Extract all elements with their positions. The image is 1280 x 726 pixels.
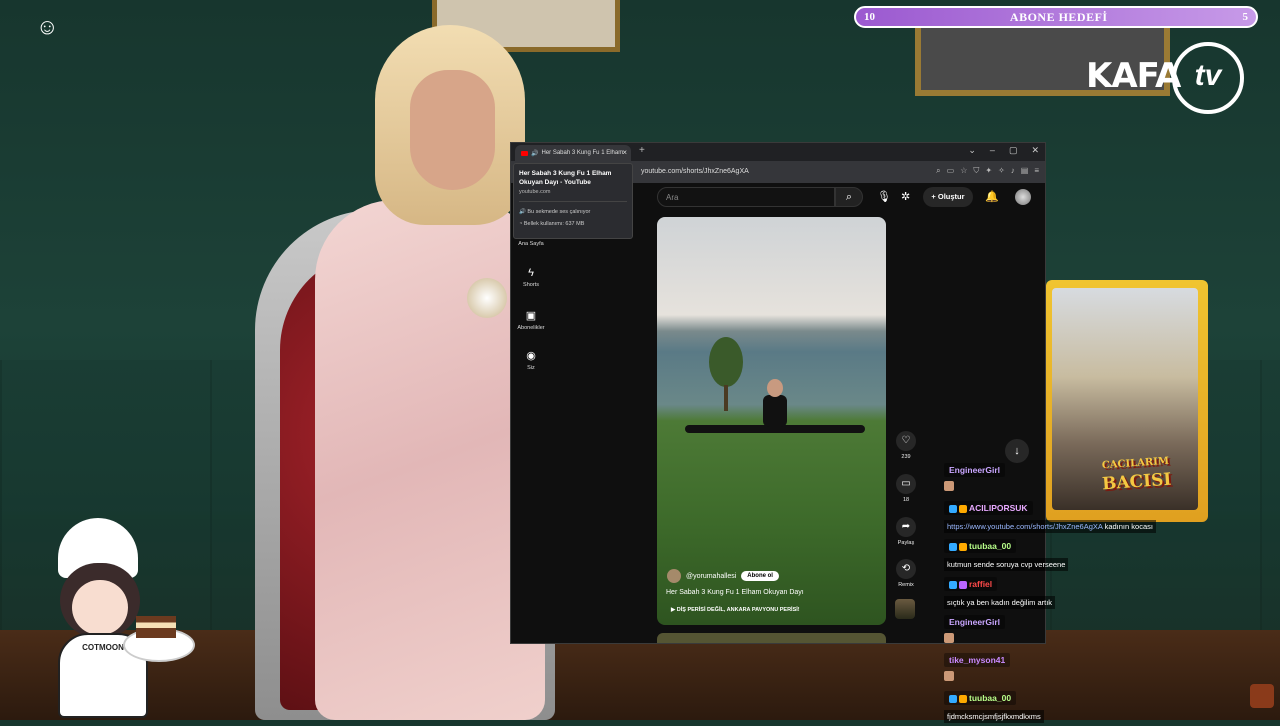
kung-fu-man [685, 379, 865, 439]
chat-username: EngineerGirl [944, 615, 1006, 629]
kafatv-logo: KAFA tv [1086, 38, 1256, 118]
channel-avatar[interactable] [667, 569, 681, 583]
youtube-favicon-icon [521, 150, 528, 156]
sidebar-item-you[interactable]: ◉ Siz [513, 349, 549, 371]
share-label: Paylaş [897, 540, 915, 546]
short-sound[interactable]: ▶ DİŞ PERİSİ DEĞİL, ANKARA PAVYONU PERİS… [671, 607, 800, 613]
subscriptions-icon: ▣ [525, 310, 537, 322]
heart-icon: ♡ [896, 431, 916, 451]
remix-button[interactable]: ⟲ Remix [895, 559, 917, 588]
remix-icon: ⟲ [896, 559, 916, 579]
chat-username: tuubaa_00 [944, 691, 1017, 705]
chat-message: tuubaa_00 kutmun sende soruya cvp versee… [944, 536, 1204, 572]
chat-username: ACILIPORSUK [944, 501, 1033, 515]
maximize-button[interactable]: ▢ [1009, 145, 1018, 156]
short-video-player[interactable]: @yorumahallesi Abone ol Her Sabah 3 Kung… [657, 217, 886, 625]
tab-search-icon[interactable]: ⌄ [968, 145, 976, 156]
create-button[interactable]: + Oluştur [923, 187, 973, 207]
goal-title: ABONE HEDEFİ [1009, 9, 1108, 24]
notifications-icon[interactable]: 🔔 [985, 190, 999, 203]
new-tab-button[interactable]: + [639, 145, 645, 156]
chat-text: kutmun sende soruya cvp verseene [944, 558, 1069, 571]
microphone-icon[interactable]: 🎙 [877, 190, 891, 203]
channel-info: @yorumahallesi Abone ol [667, 569, 779, 583]
share-icon: ➦ [896, 517, 916, 537]
chat-message: tuubaa_00 fjdmcksmcjsmfjsjfkxmdkxms [944, 688, 1204, 724]
search-icon[interactable]: ⌕ [835, 187, 863, 207]
chat-username: tuubaa_00 [944, 539, 1017, 553]
chat-message: tike_myson41 [944, 650, 1204, 686]
emote-icon [944, 481, 954, 491]
bookmark-icon[interactable]: ☆ [960, 166, 967, 176]
like-count: 239 [901, 454, 911, 460]
zoom-icon[interactable]: ⌕ [936, 166, 940, 176]
hover-card-memory: ◔ Bellek kullanımı: 637 MB [519, 221, 585, 227]
speaker-icon: 🔊 [531, 150, 539, 157]
streamer-icon: ☺ [36, 14, 59, 39]
chat-text: sıçtık ya ben kadın değilim artık [944, 596, 1056, 609]
comments-button[interactable]: ▭ 18 [895, 474, 917, 503]
like-button[interactable]: ♡ 239 [895, 431, 917, 460]
chat-username: tike_myson41 [944, 653, 1011, 667]
emote-icon [944, 671, 954, 681]
subscribe-button[interactable]: Abone ol [741, 571, 779, 581]
chat-message: raffiel sıçtık ya ben kadın değilim artı… [944, 574, 1204, 610]
remix-label: Remix [898, 582, 914, 588]
chef-mascot: COTMOON [38, 518, 198, 718]
hover-card-domain: youtube.com [519, 189, 551, 195]
browser-tab[interactable]: 🔊 Her Sabah 3 Kung Fu 1 Elham × [515, 145, 631, 161]
share-button[interactable]: ➦ Paylaş [895, 517, 917, 546]
comment-count: 18 [902, 497, 910, 503]
minimize-button[interactable]: – [990, 145, 995, 156]
chat-username: raffiel [944, 577, 998, 591]
cake-slice [136, 616, 176, 638]
corner-logo [1250, 684, 1274, 708]
cast-icon[interactable]: ▭ [947, 166, 955, 176]
chat-message: EngineerGirl [944, 612, 1204, 648]
sidebar-item-home[interactable]: Ana Sayfa [513, 241, 549, 247]
sidebar-item-shorts[interactable]: ϟ Shorts [513, 267, 549, 288]
sidebar-item-subscriptions[interactable]: ▣ Abonelikler [513, 309, 549, 331]
sidebar-icon[interactable]: ▤ [1021, 166, 1029, 176]
close-window-button[interactable]: ✕ [1031, 145, 1039, 156]
goal-current: 10 [864, 11, 875, 23]
menu-icon[interactable]: ≡ [1034, 166, 1039, 176]
chat-username: EngineerGirl [944, 463, 1006, 477]
extension-icon[interactable]: ✦ [985, 166, 992, 176]
chat-message: ACILIPORSUK https://www.youtube.com/shor… [944, 498, 1204, 534]
channel-name[interactable]: @yorumahallesi [686, 573, 736, 580]
you-icon: ◉ [526, 350, 536, 362]
host-face [410, 70, 495, 190]
hover-card-title: Her Sabah 3 Kung Fu 1 Elham Okuyan Dayı … [519, 170, 612, 186]
tab-title: Her Sabah 3 Kung Fu 1 Elham [541, 150, 624, 156]
emote-icon [944, 633, 954, 643]
music-icon[interactable]: ♪ [1011, 166, 1015, 176]
short-title: Her Sabah 3 Kung Fu 1 Elham Okuyan Dayı [666, 589, 804, 596]
next-short-preview [657, 633, 886, 643]
sparkle-icon[interactable]: ✲ [901, 190, 910, 203]
shorts-icon: ϟ [528, 267, 534, 279]
tab-hover-card: Her Sabah 3 Kung Fu 1 Elham Okuyan Dayı … [513, 163, 633, 239]
hover-card-audio: 🔊 Bu sekmede ses çalınıyor [519, 209, 591, 215]
search-input[interactable]: Ara [657, 187, 835, 207]
shield-icon[interactable]: ⛉ [973, 166, 979, 176]
puzzle-icon[interactable]: ✧ [998, 166, 1005, 176]
url-field[interactable]: youtube.com/shorts/JhxZne6AgXA [635, 164, 861, 180]
subscriber-goal-bar: 10 ABONE HEDEFİ 5 [854, 6, 1258, 28]
chat-message: EngineerGirl [944, 460, 1204, 496]
browser-titlebar: 🔊 Her Sabah 3 Kung Fu 1 Elham × + ⌄ – ▢ … [511, 143, 1045, 161]
chat-overlay: EngineerGirl ACILIPORSUK https://www.you… [944, 460, 1204, 726]
necklace-pendant [467, 278, 507, 318]
tab-close-icon[interactable]: × [622, 148, 627, 157]
sound-thumbnail[interactable] [895, 599, 915, 619]
extension-toolbar: ⌕ ▭ ☆ ⛉ ✦ ✧ ♪ ▤ ≡ [936, 166, 1039, 176]
chat-text: fjdmcksmcjsmfjsjfkxmdkxms [944, 710, 1044, 723]
account-avatar[interactable] [1015, 189, 1031, 205]
comment-icon: ▭ [896, 474, 916, 494]
chat-text: https://www.youtube.com/shorts/JhxZne6Ag… [944, 520, 1156, 533]
goal-target: 5 [1242, 11, 1249, 23]
